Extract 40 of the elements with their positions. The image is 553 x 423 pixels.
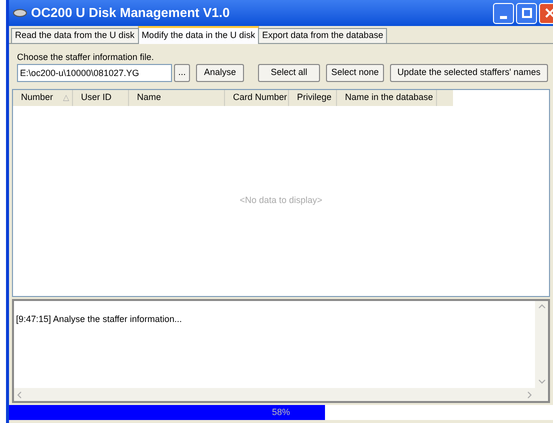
browse-button[interactable]: ... — [174, 64, 190, 82]
sort-icon: △ — [63, 92, 69, 104]
tab[interactable]: Modify the data in the U disk — [138, 26, 260, 44]
column-header[interactable]: Name in the database — [337, 90, 437, 106]
column-header[interactable]: Privilege — [289, 90, 337, 106]
column-label: Name — [137, 91, 162, 104]
maximize-icon — [522, 8, 532, 18]
column-header[interactable]: Name — [129, 90, 225, 106]
column-label: Card Number — [233, 91, 288, 104]
close-icon — [545, 8, 553, 18]
column-header[interactable]: Card Number — [225, 90, 289, 106]
disk-icon — [13, 9, 27, 17]
action-button[interactable]: Update the selected staffers' names — [390, 64, 548, 82]
column-label: Number — [21, 91, 54, 104]
log-line: [9:47:15] Analyse the staffer information... — [16, 313, 183, 325]
window-title: OC200 U Disk Management V1.0 — [31, 4, 231, 22]
action-button[interactable]: Select all — [258, 64, 320, 82]
column-label: Name in the database — [345, 91, 434, 104]
scroll-up-icon[interactable] — [538, 303, 546, 311]
maximize-button[interactable] — [516, 2, 537, 24]
scroll-left-icon[interactable] — [16, 390, 24, 398]
empty-message: <No data to display> — [240, 194, 322, 208]
column-header[interactable]: User ID — [73, 90, 129, 106]
horizontal-scrollbar[interactable] — [14, 388, 535, 401]
action-button[interactable]: Analyse — [196, 64, 244, 82]
close-button[interactable] — [539, 2, 553, 24]
minimize-button[interactable] — [493, 2, 514, 24]
minimize-icon — [500, 16, 507, 18]
column-header[interactable]: Number △ — [13, 90, 73, 106]
column-label: Privilege — [297, 91, 332, 104]
action-button[interactable]: Select none — [326, 64, 384, 82]
tab[interactable]: Read the data from the U disk — [11, 28, 139, 43]
scroll-down-icon[interactable] — [538, 377, 546, 385]
scroll-right-icon[interactable] — [525, 390, 533, 398]
column-label: User ID — [81, 91, 112, 104]
file-path-field[interactable]: E:\oc200-u\10000\081027.YG — [17, 64, 172, 82]
vertical-scrollbar[interactable] — [535, 301, 548, 401]
tab[interactable]: Export data from the database — [258, 28, 388, 43]
progress-reading: 58% — [270, 406, 291, 419]
field-label: Choose the staffer information file. — [17, 52, 155, 63]
